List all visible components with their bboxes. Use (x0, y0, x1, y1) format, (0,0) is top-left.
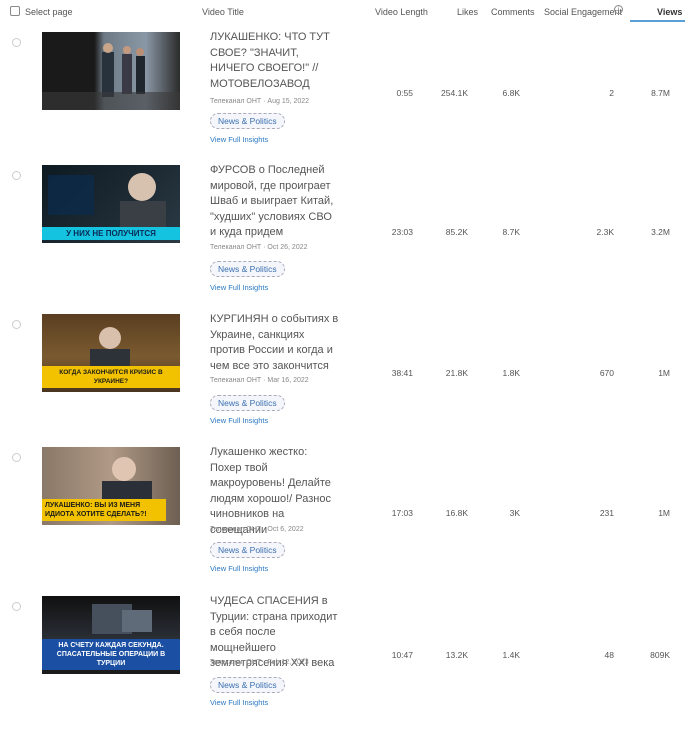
column-comments[interactable]: Comments (491, 7, 535, 17)
view-full-insights-link[interactable]: View Full Insights (210, 416, 268, 425)
category-badge[interactable]: News & Politics (210, 395, 285, 411)
column-video-title[interactable]: Video Title (202, 7, 244, 17)
column-views[interactable]: Views (657, 7, 682, 17)
video-thumbnail[interactable]: У НИХ НЕ ПОЛУЧИТСЯ (42, 165, 180, 243)
video-meta: Телеканал ОНТ · Feb 12, 2023 (210, 659, 309, 666)
social-engagement-count: 2 (609, 88, 614, 98)
table-row: ЛУКАШЕНКО: ВЫ ИЗ МЕНЯ ИДИОТА ХОТИТЕ СДЕЛ… (0, 445, 700, 593)
info-icon[interactable]: i (614, 5, 623, 14)
view-full-insights-link[interactable]: View Full Insights (210, 135, 268, 144)
select-page-label[interactable]: Select page (25, 7, 73, 17)
views-count: 1M (658, 508, 670, 518)
column-likes[interactable]: Likes (457, 7, 478, 17)
category-badge[interactable]: News & Politics (210, 542, 285, 558)
thumbnail-scene (42, 43, 180, 110)
video-length: 10:47 (391, 650, 413, 660)
social-engagement-count: 2.3K (596, 227, 615, 237)
video-title[interactable]: ЛУКАШЕНКО: ЧТО ТУТ СВОЕ? "ЗНАЧИТ, НИЧЕГО… (210, 30, 340, 92)
row-select-radio[interactable] (12, 320, 21, 329)
video-meta: Телеканал ОНТ · Oct 26, 2022 (210, 244, 308, 251)
table-row: НА СЧЕТУ КАЖДАЯ СЕКУНДА. СПАСАТЕЛЬНЫЕ ОП… (0, 594, 700, 742)
likes-count: 254.1K (441, 88, 468, 98)
video-meta: Телеканал ОНТ · Oct 6, 2022 (210, 526, 304, 533)
social-engagement-count: 231 (599, 508, 614, 518)
table-row: КОГДА ЗАКОНЧИТСЯ КРИЗИС В УКРАИНЕ? КУРГИ… (0, 312, 700, 460)
views-count: 3.2M (651, 227, 670, 237)
category-badge[interactable]: News & Politics (210, 261, 285, 277)
video-title[interactable]: КУРГИНЯН о событиях в Украине, санкциях … (210, 312, 340, 374)
column-video-length[interactable]: Video Length (375, 7, 428, 17)
row-select-radio[interactable] (12, 171, 21, 180)
thumbnail-caption: НА СЧЕТУ КАЖДАЯ СЕКУНДА. СПАСАТЕЛЬНЫЕ ОП… (42, 639, 180, 670)
video-length: 23:03 (391, 227, 413, 237)
category-badge[interactable]: News & Politics (210, 113, 285, 129)
comments-count: 8.7K (502, 227, 521, 237)
view-full-insights-link[interactable]: View Full Insights (210, 698, 268, 707)
video-thumbnail[interactable] (42, 32, 180, 110)
thumbnail-caption: У НИХ НЕ ПОЛУЧИТСЯ (42, 227, 180, 240)
comments-count: 6.8K (502, 88, 521, 98)
comments-count: 3K (509, 508, 520, 518)
video-length: 38:41 (391, 368, 413, 378)
video-title[interactable]: Лукашенко жестко: Похер твой макроуровен… (210, 445, 340, 538)
video-title[interactable]: ФУРСОВ о Последней мировой, где проиграе… (210, 163, 340, 241)
views-count: 809K (650, 650, 670, 660)
views-count: 8.7M (651, 88, 670, 98)
video-thumbnail[interactable]: НА СЧЕТУ КАЖДАЯ СЕКУНДА. СПАСАТЕЛЬНЫЕ ОП… (42, 596, 180, 674)
social-engagement-count: 48 (604, 650, 614, 660)
thumbnail-caption: КОГДА ЗАКОНЧИТСЯ КРИЗИС В УКРАИНЕ? (42, 366, 180, 388)
category-badge[interactable]: News & Politics (210, 677, 285, 693)
likes-count: 85.2K (445, 227, 468, 237)
video-length: 17:03 (391, 508, 413, 518)
likes-count: 16.8K (445, 508, 468, 518)
row-select-radio[interactable] (12, 38, 21, 47)
likes-count: 13.2K (445, 650, 468, 660)
table-header: Select page Video Title Video Length Lik… (0, 0, 700, 24)
row-select-radio[interactable] (12, 602, 21, 611)
select-page-checkbox[interactable] (10, 6, 20, 16)
view-full-insights-link[interactable]: View Full Insights (210, 283, 268, 292)
thumbnail-caption: ЛУКАШЕНКО: ВЫ ИЗ МЕНЯ ИДИОТА ХОТИТЕ СДЕЛ… (42, 499, 166, 521)
comments-count: 1.4K (502, 650, 521, 660)
video-meta: Телеканал ОНТ · Aug 15, 2022 (210, 98, 310, 105)
video-meta: Телеканал ОНТ · Mar 16, 2022 (210, 377, 309, 384)
view-full-insights-link[interactable]: View Full Insights (210, 564, 268, 573)
video-thumbnail[interactable]: КОГДА ЗАКОНЧИТСЯ КРИЗИС В УКРАИНЕ? (42, 314, 180, 392)
table-row: У НИХ НЕ ПОЛУЧИТСЯ ФУРСОВ о Последней ми… (0, 163, 700, 311)
likes-count: 21.8K (445, 368, 468, 378)
table-row: ЛУКАШЕНКО: ЧТО ТУТ СВОЕ? "ЗНАЧИТ, НИЧЕГО… (0, 30, 700, 178)
views-sort-indicator (630, 20, 685, 22)
video-thumbnail[interactable]: ЛУКАШЕНКО: ВЫ ИЗ МЕНЯ ИДИОТА ХОТИТЕ СДЕЛ… (42, 447, 180, 525)
row-select-radio[interactable] (12, 453, 21, 462)
comments-count: 1.8K (502, 368, 521, 378)
column-social-engagement[interactable]: Social Engagement (544, 7, 622, 17)
social-engagement-count: 670 (599, 368, 614, 378)
video-length: 0:55 (396, 88, 413, 98)
views-count: 1M (658, 368, 670, 378)
